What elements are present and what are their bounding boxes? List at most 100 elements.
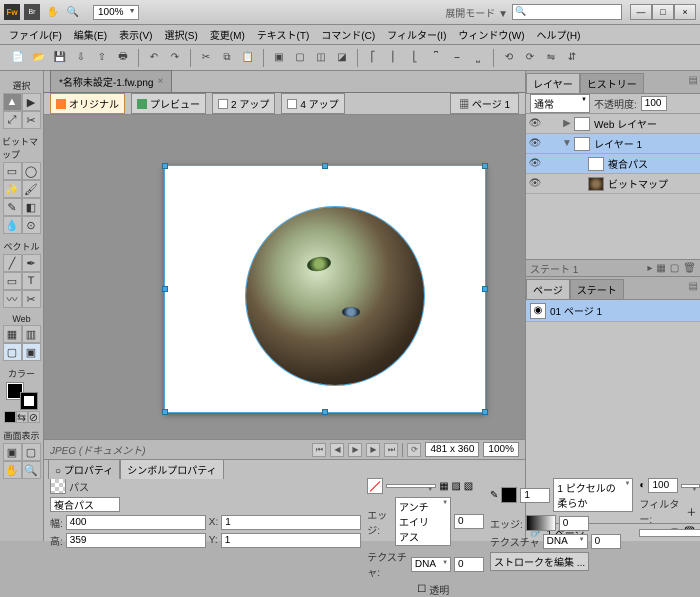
states-tab[interactable]: ステート — [570, 279, 624, 299]
handle-bl[interactable] — [162, 409, 168, 415]
lock-icon[interactable] — [544, 157, 558, 171]
layer-row[interactable]: 👁▼レイヤー 1 — [526, 134, 700, 154]
opacity-input-prop[interactable] — [648, 478, 678, 493]
export-icon[interactable]: ⇧ — [92, 48, 112, 68]
visibility-icon[interactable]: 👁 — [528, 137, 542, 151]
menu-filters[interactable]: フィルター(I) — [382, 25, 451, 44]
handle-tr[interactable] — [482, 163, 488, 169]
freeform-tool[interactable]: 〰 — [3, 290, 22, 308]
hide-slice-tool[interactable]: ▢ — [3, 343, 22, 361]
prev-frame-icon[interactable]: ◀ — [330, 443, 344, 457]
flip-v-icon[interactable]: ⇵ — [562, 48, 582, 68]
minimize-button[interactable]: — — [630, 4, 652, 20]
slice-tool[interactable]: ▥ — [22, 325, 41, 343]
no-color-icon[interactable]: ⊘ — [28, 411, 40, 423]
import-icon[interactable]: ⇩ — [71, 48, 91, 68]
save-icon[interactable]: 💾 — [50, 48, 70, 68]
blend-combo-prop[interactable] — [681, 484, 700, 488]
visibility-icon[interactable]: 👁 — [528, 157, 542, 171]
play-icon[interactable]: ▶ — [348, 443, 362, 457]
layers-tab[interactable]: レイヤー — [526, 73, 580, 93]
menu-file[interactable]: ファイル(F) — [4, 25, 67, 44]
stroke-edge-amount[interactable] — [559, 516, 589, 531]
add-filter-icon[interactable]: ＋ — [686, 504, 696, 519]
x-input[interactable] — [221, 515, 361, 530]
menu-help[interactable]: ヘルプ(H) — [532, 25, 586, 44]
scale-tool[interactable]: ⤢ — [3, 111, 22, 129]
close-button[interactable]: × — [674, 4, 696, 20]
print-icon[interactable]: 🖶 — [113, 48, 133, 68]
fill-texture-combo[interactable]: DNA — [411, 557, 451, 572]
new-sublayer-icon[interactable]: ▸ — [647, 263, 652, 274]
hotspot-tool[interactable]: ▦ — [3, 325, 22, 343]
marquee-tool[interactable]: ▭ — [3, 162, 22, 180]
redo-icon[interactable]: ↷ — [165, 48, 185, 68]
new-layer-icon[interactable]: ▢ — [670, 263, 679, 274]
visibility-icon[interactable]: 👁 — [528, 177, 542, 191]
layer-row[interactable]: 👁▶Web レイヤー — [526, 114, 700, 134]
fill-edge-combo[interactable]: アンチエイリアス — [395, 497, 451, 546]
fill-edge-amount[interactable] — [454, 514, 484, 529]
stroke-texture-combo[interactable]: DNA — [543, 534, 588, 549]
menu-view[interactable]: 表示(V) — [114, 25, 157, 44]
handle-tm[interactable] — [322, 163, 328, 169]
join-icon[interactable]: ◫ — [311, 48, 331, 68]
align-left-icon[interactable]: ⎡ — [363, 48, 383, 68]
history-tab[interactable]: ヒストリー — [580, 73, 644, 93]
stroke-swatch[interactable] — [21, 393, 37, 409]
fill-type-combo[interactable] — [386, 484, 436, 488]
maximize-button[interactable]: □ — [652, 4, 674, 20]
object-name-input[interactable] — [50, 497, 120, 512]
visibility-icon[interactable]: 👁 — [528, 117, 542, 131]
disclosure-icon[interactable]: ▶ — [562, 118, 572, 129]
filter-list[interactable] — [639, 529, 700, 537]
menu-commands[interactable]: コマンド(C) — [316, 25, 380, 44]
disclosure-icon[interactable]: ▼ — [562, 138, 572, 149]
opacity-input[interactable] — [641, 96, 667, 111]
fill-texture-amount[interactable] — [454, 557, 484, 572]
zoom-combo[interactable]: 100% — [93, 5, 139, 20]
open-icon[interactable]: 📂 — [29, 48, 49, 68]
lock-icon[interactable] — [544, 177, 558, 191]
flip-h-icon[interactable]: ⇋ — [541, 48, 561, 68]
document-tab[interactable]: *名称未設定-1.fw.png × — [50, 70, 172, 92]
properties-tab[interactable]: ○ プロパティ — [48, 459, 120, 479]
swap-colors-icon[interactable]: ⇆ — [16, 411, 28, 423]
page-row[interactable]: ◉ 01 ページ 1 — [526, 300, 700, 322]
compound-path-object[interactable] — [245, 206, 425, 386]
fill-icons[interactable]: ▦ ▨ ▧ — [439, 481, 473, 492]
stroke-texture-amount[interactable] — [591, 534, 621, 549]
color-swatches[interactable] — [7, 383, 37, 409]
paste-icon[interactable]: 📋 — [238, 48, 258, 68]
align-bottom-icon[interactable]: ⎵ — [468, 48, 488, 68]
handle-br[interactable] — [482, 409, 488, 415]
close-tab-icon[interactable]: × — [157, 76, 163, 87]
loop-icon[interactable]: ⟳ — [407, 443, 421, 457]
hand-icon[interactable]: ✋ — [45, 4, 61, 20]
symbol-properties-tab[interactable]: シンボルプロパティ — [120, 459, 223, 479]
pencil-tool[interactable]: ✎ — [3, 198, 22, 216]
view-4up-button[interactable]: 4 アップ — [281, 93, 344, 114]
copy-icon[interactable]: ⧉ — [217, 48, 237, 68]
last-frame-icon[interactable]: ⏭ — [384, 443, 398, 457]
menu-window[interactable]: ウィンドウ(W) — [453, 25, 529, 44]
status-zoom[interactable]: 100% — [483, 442, 519, 457]
pages-tab[interactable]: ページ — [526, 279, 570, 299]
delete-layer-icon[interactable]: 🗑 — [683, 263, 696, 274]
panel-menu-icon-2[interactable]: ▤ — [687, 279, 700, 299]
edit-stroke-button[interactable]: ストロークを編集 ... — [490, 552, 589, 571]
blend-mode-combo[interactable]: 通常 — [530, 94, 590, 113]
stroke-color-swatch[interactable] — [501, 487, 517, 503]
handle-bm[interactable] — [322, 409, 328, 415]
show-slice-tool[interactable]: ▣ — [22, 343, 41, 361]
layer-row[interactable]: 👁ビットマップ — [526, 174, 700, 194]
align-top-icon[interactable]: ⎴ — [426, 48, 446, 68]
subselect-tool[interactable]: ▶ — [22, 93, 41, 111]
wand-tool[interactable]: ✨ — [3, 180, 22, 198]
next-frame-icon[interactable]: ▶ — [366, 443, 380, 457]
group-icon[interactable]: ▣ — [269, 48, 289, 68]
knife-tool[interactable]: ✂ — [22, 290, 41, 308]
new-bitmap-icon[interactable]: ▦ — [656, 263, 665, 274]
layer-row[interactable]: 👁複合パス — [526, 154, 700, 174]
line-tool[interactable]: ╱ — [3, 254, 22, 272]
